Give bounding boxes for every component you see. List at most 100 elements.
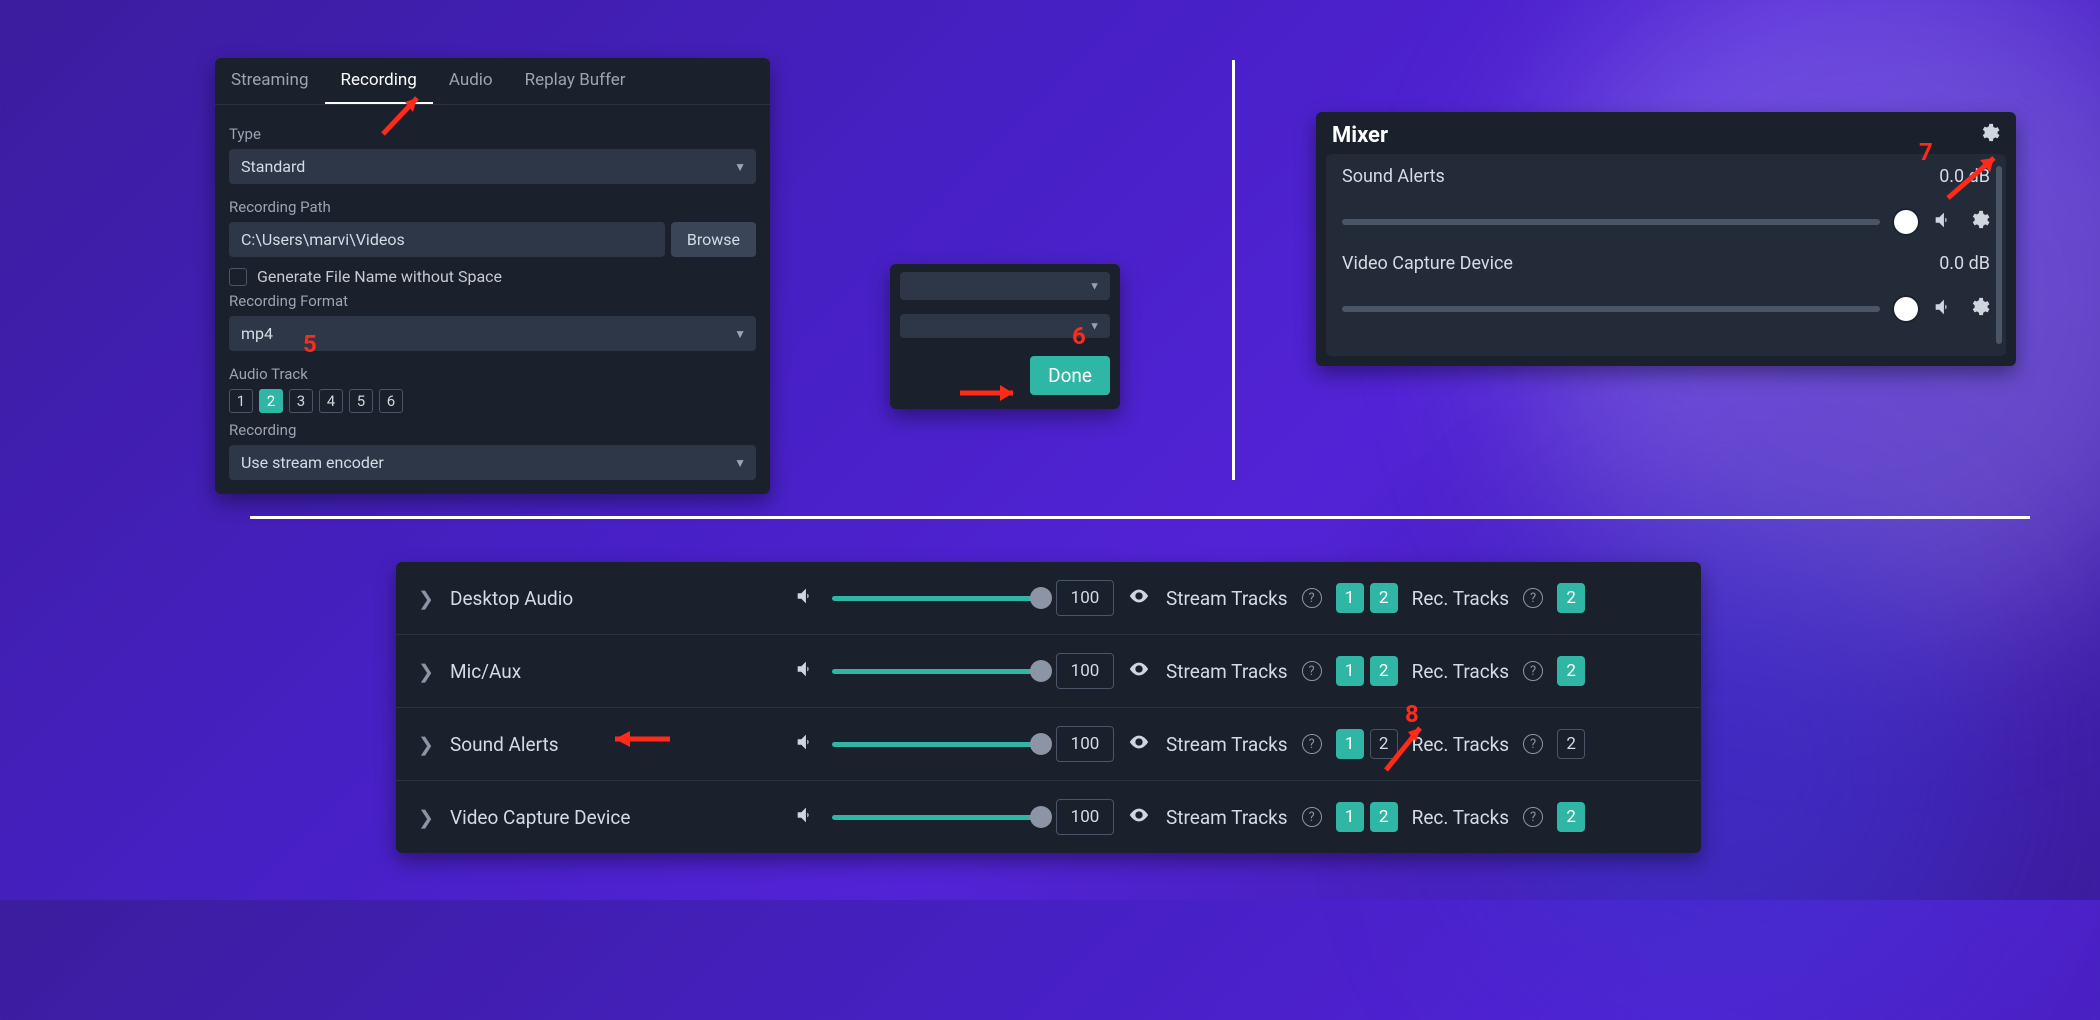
type-label: Type [229, 125, 756, 143]
collapsed-select[interactable]: ▼ [900, 314, 1110, 338]
mixer-panel: Mixer Sound Alerts 0.0 dB Video Capture … [1316, 112, 2016, 366]
rec-track-2[interactable]: 2 [1557, 802, 1585, 832]
eye-icon[interactable] [1128, 804, 1152, 831]
audio-track-label: Audio Track [229, 365, 756, 383]
volume-slider-knob[interactable] [1894, 297, 1918, 321]
path-label: Recording Path [229, 198, 756, 216]
generate-filename-checkbox[interactable]: Generate File Name without Space [229, 267, 756, 286]
audio-track-6[interactable]: 6 [379, 389, 403, 413]
help-icon[interactable]: ? [1523, 734, 1543, 754]
audio-source-row: ❯ Mic/Aux 100 Stream Tracks ? 12 Rec. Tr… [396, 634, 1701, 707]
volume-value[interactable]: 100 [1056, 580, 1114, 616]
collapsed-select[interactable]: ▼ [900, 272, 1110, 300]
help-icon[interactable]: ? [1523, 661, 1543, 681]
eye-icon[interactable] [1128, 658, 1152, 685]
stream-track-1[interactable]: 1 [1336, 802, 1364, 832]
help-icon[interactable]: ? [1302, 661, 1322, 681]
eye-icon[interactable] [1128, 585, 1152, 612]
help-icon[interactable]: ? [1302, 807, 1322, 827]
audio-track-4[interactable]: 4 [319, 389, 343, 413]
expand-chevron-icon[interactable]: ❯ [418, 806, 436, 829]
horizontal-divider [250, 516, 2030, 519]
audio-track-3[interactable]: 3 [289, 389, 313, 413]
browse-button[interactable]: Browse [671, 222, 756, 257]
speaker-icon[interactable] [1932, 209, 1954, 235]
eye-icon[interactable] [1128, 731, 1152, 758]
help-icon[interactable]: ? [1523, 807, 1543, 827]
chevron-down-icon: ▼ [734, 327, 746, 341]
rec-tracks-label: Rec. Tracks [1412, 733, 1510, 756]
rec-track-2[interactable]: 2 [1557, 656, 1585, 686]
expand-chevron-icon[interactable]: ❯ [418, 587, 436, 610]
stream-track-2[interactable]: 2 [1370, 656, 1398, 686]
expand-chevron-icon[interactable]: ❯ [418, 733, 436, 756]
source-gear-icon[interactable] [1968, 296, 1990, 322]
checkbox-icon [229, 268, 247, 286]
chevron-down-icon: ▼ [734, 456, 746, 470]
rec-tracks-label: Rec. Tracks [1412, 587, 1510, 610]
volume-slider-knob[interactable] [1894, 210, 1918, 234]
rec-track-2[interactable]: 2 [1557, 583, 1585, 613]
tab-streaming[interactable]: Streaming [215, 58, 325, 104]
done-dialog-snippet: ▼ ▼ Done [890, 264, 1120, 409]
format-select[interactable]: mp4 ▼ [229, 316, 756, 351]
mixer-source-name: Sound Alerts [1342, 166, 1445, 187]
mixer-settings-gear-icon[interactable] [1978, 122, 2000, 148]
stream-track-1[interactable]: 1 [1336, 583, 1364, 613]
expand-chevron-icon[interactable]: ❯ [418, 660, 436, 683]
source-gear-icon[interactable] [1968, 209, 1990, 235]
volume-value[interactable]: 100 [1056, 726, 1114, 762]
type-select[interactable]: Standard ▼ [229, 149, 756, 184]
stream-track-2[interactable]: 2 [1370, 583, 1398, 613]
stream-track-1[interactable]: 1 [1336, 656, 1364, 686]
audio-track-1[interactable]: 1 [229, 389, 253, 413]
help-icon[interactable]: ? [1302, 588, 1322, 608]
audio-source-row: ❯ Sound Alerts 100 Stream Tracks ? 12 Re… [396, 707, 1701, 780]
done-button[interactable]: Done [1030, 356, 1110, 395]
output-settings-panel: Streaming Recording Audio Replay Buffer … [215, 58, 770, 494]
audio-track-5[interactable]: 5 [349, 389, 373, 413]
chevron-down-icon: ▼ [1089, 280, 1100, 293]
mixer-source-db: 0.0 dB [1939, 166, 1990, 187]
stream-tracks-label: Stream Tracks [1166, 806, 1288, 829]
tab-audio[interactable]: Audio [433, 58, 509, 104]
mixer-title: Mixer [1332, 123, 1388, 148]
stream-tracks-label: Stream Tracks [1166, 587, 1288, 610]
speaker-icon[interactable] [794, 585, 818, 612]
format-label: Recording Format [229, 292, 756, 310]
volume-value[interactable]: 100 [1056, 653, 1114, 689]
stream-track-1[interactable]: 1 [1336, 729, 1364, 759]
speaker-icon[interactable] [794, 658, 818, 685]
advanced-audio-panel: ❯ Desktop Audio 100 Stream Tracks ? 12 R… [396, 562, 1701, 853]
vertical-divider [1232, 60, 1235, 480]
tab-replay-buffer[interactable]: Replay Buffer [509, 58, 642, 104]
speaker-icon[interactable] [794, 804, 818, 831]
help-icon[interactable]: ? [1302, 734, 1322, 754]
tab-recording[interactable]: Recording [325, 58, 433, 104]
speaker-icon[interactable] [1932, 296, 1954, 322]
chevron-down-icon: ▼ [1089, 320, 1100, 333]
volume-value[interactable]: 100 [1056, 799, 1114, 835]
stream-tracks-label: Stream Tracks [1166, 660, 1288, 683]
audio-source-row: ❯ Video Capture Device 100 Stream Tracks… [396, 780, 1701, 853]
rec-tracks-label: Rec. Tracks [1412, 660, 1510, 683]
recording-path-input[interactable]: C:\Users\marvi\Videos [229, 222, 665, 257]
stream-track-2[interactable]: 2 [1370, 729, 1398, 759]
volume-slider[interactable] [832, 669, 1042, 674]
settings-tabs: Streaming Recording Audio Replay Buffer [215, 58, 770, 105]
speaker-icon[interactable] [794, 731, 818, 758]
source-name: Mic/Aux [450, 660, 780, 683]
volume-slider[interactable] [832, 742, 1042, 747]
volume-slider[interactable] [832, 596, 1042, 601]
rec-tracks-label: Rec. Tracks [1412, 806, 1510, 829]
recording-encoder-select[interactable]: Use stream encoder ▼ [229, 445, 756, 480]
mixer-scrollbar[interactable] [1996, 166, 2002, 344]
audio-track-2[interactable]: 2 [259, 389, 283, 413]
rec-track-2[interactable]: 2 [1557, 729, 1585, 759]
volume-meter [1342, 219, 1880, 225]
stream-track-2[interactable]: 2 [1370, 802, 1398, 832]
volume-meter [1342, 306, 1880, 312]
help-icon[interactable]: ? [1523, 588, 1543, 608]
volume-slider[interactable] [832, 815, 1042, 820]
type-value: Standard [241, 157, 305, 176]
